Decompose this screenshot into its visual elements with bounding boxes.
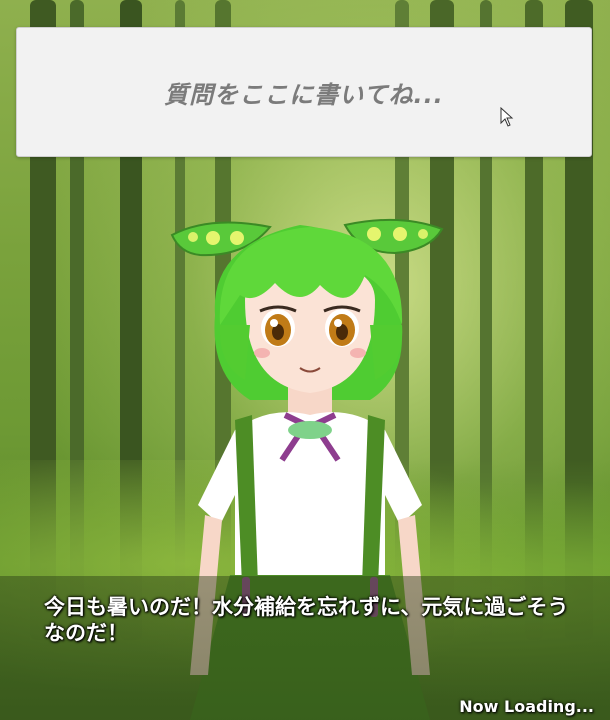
question-input[interactable]: 質問をここに書いてね... xyxy=(16,27,592,157)
loading-status: Now Loading... xyxy=(459,697,594,716)
question-placeholder: 質問をここに書いてね... xyxy=(164,80,444,109)
dialog-message: 今日も暑いのだ！水分補給を忘れずに、元気に過ごそうなのだ！ xyxy=(44,595,569,645)
mouse-cursor-icon xyxy=(500,107,514,127)
